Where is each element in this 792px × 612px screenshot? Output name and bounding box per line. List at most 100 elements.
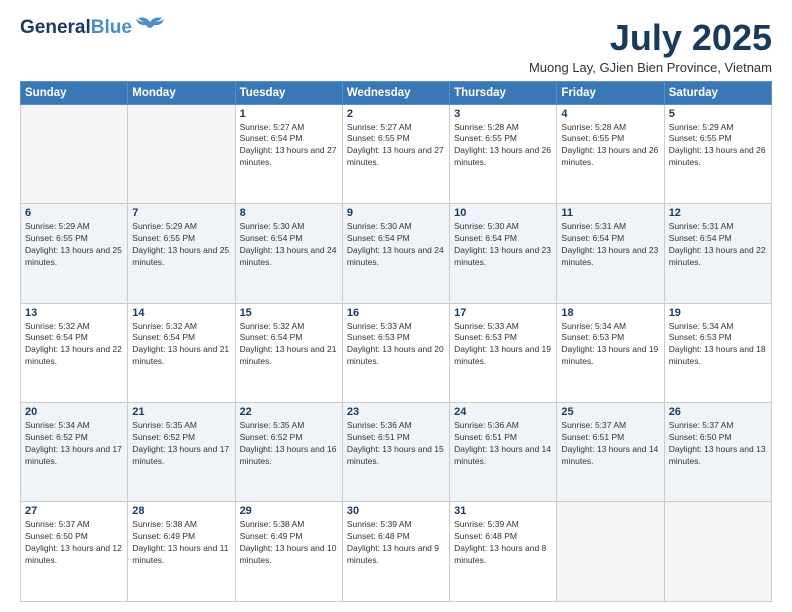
day-number: 12 (669, 207, 767, 219)
day-info: Sunrise: 5:31 AMSunset: 6:54 PMDaylight:… (561, 221, 659, 269)
day-number: 21 (132, 406, 230, 418)
day-info: Sunrise: 5:35 AMSunset: 6:52 PMDaylight:… (240, 420, 338, 468)
calendar-cell: 8 Sunrise: 5:30 AMSunset: 6:54 PMDaylight… (235, 204, 342, 303)
day-number: 2 (347, 108, 445, 120)
day-number: 7 (132, 207, 230, 219)
day-info: Sunrise: 5:28 AMSunset: 6:55 PMDaylight:… (454, 122, 552, 170)
day-number: 6 (25, 207, 123, 219)
day-info: Sunrise: 5:32 AMSunset: 6:54 PMDaylight:… (132, 321, 230, 369)
day-number: 29 (240, 505, 338, 517)
day-number: 14 (132, 307, 230, 319)
day-info: Sunrise: 5:36 AMSunset: 6:51 PMDaylight:… (347, 420, 445, 468)
header: GeneralBlue July 2025 Muong Lay, GJien B… (20, 18, 772, 75)
day-number: 9 (347, 207, 445, 219)
calendar-cell: 31 Sunrise: 5:39 AMSunset: 6:48 PMDayligh… (450, 502, 557, 602)
logo: GeneralBlue (20, 18, 166, 39)
day-number: 17 (454, 307, 552, 319)
day-number: 25 (561, 406, 659, 418)
calendar-week-row: 6 Sunrise: 5:29 AMSunset: 6:55 PMDaylight… (21, 204, 772, 303)
calendar-cell: 24 Sunrise: 5:36 AMSunset: 6:51 PMDayligh… (450, 403, 557, 502)
day-info: Sunrise: 5:32 AMSunset: 6:54 PMDaylight:… (25, 321, 123, 369)
day-info: Sunrise: 5:27 AMSunset: 6:54 PMDaylight:… (240, 122, 338, 170)
day-number: 20 (25, 406, 123, 418)
weekday-header-thursday: Thursday (450, 81, 557, 104)
calendar-cell: 3Sunrise: 5:28 AMSunset: 6:55 PMDaylight… (450, 104, 557, 203)
calendar-cell: 7 Sunrise: 5:29 AMSunset: 6:55 PMDaylight… (128, 204, 235, 303)
calendar-cell: 22Sunrise: 5:35 AMSunset: 6:52 PMDayligh… (235, 403, 342, 502)
calendar-cell: 14 Sunrise: 5:32 AMSunset: 6:54 PMDayligh… (128, 303, 235, 402)
calendar-cell: 2 Sunrise: 5:27 AMSunset: 6:55 PMDaylight… (342, 104, 449, 203)
calendar-cell: 27Sunrise: 5:37 AMSunset: 6:50 PMDayligh… (21, 502, 128, 602)
day-info: Sunrise: 5:39 AMSunset: 6:48 PMDaylight:… (454, 519, 552, 567)
day-info: Sunrise: 5:33 AMSunset: 6:53 PMDaylight:… (454, 321, 552, 369)
day-info: Sunrise: 5:38 AMSunset: 6:49 PMDaylight:… (240, 519, 338, 567)
calendar-week-row: 20 Sunrise: 5:34 AMSunset: 6:52 PMDayligh… (21, 403, 772, 502)
calendar-table: SundayMondayTuesdayWednesdayThursdayFrid… (20, 81, 772, 602)
day-number: 23 (347, 406, 445, 418)
calendar-cell: 25 Sunrise: 5:37 AMSunset: 6:51 PMDayligh… (557, 403, 664, 502)
day-info: Sunrise: 5:30 AMSunset: 6:54 PMDaylight:… (240, 221, 338, 269)
day-info: Sunrise: 5:34 AMSunset: 6:53 PMDaylight:… (561, 321, 659, 369)
day-number: 4 (561, 108, 659, 120)
day-info: Sunrise: 5:31 AMSunset: 6:54 PMDaylight:… (669, 221, 767, 269)
weekday-header-row: SundayMondayTuesdayWednesdayThursdayFrid… (21, 81, 772, 104)
calendar-cell: 28Sunrise: 5:38 AMSunset: 6:49 PMDayligh… (128, 502, 235, 602)
calendar-cell: 16 Sunrise: 5:33 AMSunset: 6:53 PMDayligh… (342, 303, 449, 402)
day-info: Sunrise: 5:29 AMSunset: 6:55 PMDaylight:… (132, 221, 230, 269)
day-number: 16 (347, 307, 445, 319)
calendar-cell: 23 Sunrise: 5:36 AMSunset: 6:51 PMDayligh… (342, 403, 449, 502)
calendar-cell: 18 Sunrise: 5:34 AMSunset: 6:53 PMDayligh… (557, 303, 664, 402)
day-info: Sunrise: 5:38 AMSunset: 6:49 PMDaylight:… (132, 519, 230, 567)
calendar-cell: 20 Sunrise: 5:34 AMSunset: 6:52 PMDayligh… (21, 403, 128, 502)
weekday-header-saturday: Saturday (664, 81, 771, 104)
weekday-header-sunday: Sunday (21, 81, 128, 104)
calendar-cell: 15 Sunrise: 5:32 AMSunset: 6:54 PMDayligh… (235, 303, 342, 402)
calendar-cell: 26 Sunrise: 5:37 AMSunset: 6:50 PMDayligh… (664, 403, 771, 502)
calendar-cell: 30Sunrise: 5:39 AMSunset: 6:48 PMDayligh… (342, 502, 449, 602)
logo-bird-icon (134, 14, 166, 36)
calendar-cell: 17 Sunrise: 5:33 AMSunset: 6:53 PMDayligh… (450, 303, 557, 402)
day-info: Sunrise: 5:35 AMSunset: 6:52 PMDaylight:… (132, 420, 230, 468)
logo-text: GeneralBlue (20, 18, 132, 39)
day-number: 15 (240, 307, 338, 319)
calendar-week-row: 13 Sunrise: 5:32 AMSunset: 6:54 PMDayligh… (21, 303, 772, 402)
day-number: 26 (669, 406, 767, 418)
day-number: 5 (669, 108, 767, 120)
day-info: Sunrise: 5:29 AMSunset: 6:55 PMDaylight:… (25, 221, 123, 269)
calendar-cell: 6 Sunrise: 5:29 AMSunset: 6:55 PMDaylight… (21, 204, 128, 303)
day-info: Sunrise: 5:32 AMSunset: 6:54 PMDaylight:… (240, 321, 338, 369)
day-number: 31 (454, 505, 552, 517)
day-info: Sunrise: 5:34 AMSunset: 6:52 PMDaylight:… (25, 420, 123, 468)
day-number: 18 (561, 307, 659, 319)
calendar-cell: 10Sunrise: 5:30 AMSunset: 6:54 PMDayligh… (450, 204, 557, 303)
day-info: Sunrise: 5:30 AMSunset: 6:54 PMDaylight:… (347, 221, 445, 269)
calendar-cell: 5Sunrise: 5:29 AMSunset: 6:55 PMDaylight… (664, 104, 771, 203)
calendar-cell: 1 Sunrise: 5:27 AMSunset: 6:54 PMDaylight… (235, 104, 342, 203)
day-number: 13 (25, 307, 123, 319)
calendar-cell: 21 Sunrise: 5:35 AMSunset: 6:52 PMDayligh… (128, 403, 235, 502)
day-info: Sunrise: 5:27 AMSunset: 6:55 PMDaylight:… (347, 122, 445, 170)
calendar-cell: 12 Sunrise: 5:31 AMSunset: 6:54 PMDayligh… (664, 204, 771, 303)
weekday-header-tuesday: Tuesday (235, 81, 342, 104)
calendar-cell (21, 104, 128, 203)
day-info: Sunrise: 5:37 AMSunset: 6:51 PMDaylight:… (561, 420, 659, 468)
calendar-cell: 9 Sunrise: 5:30 AMSunset: 6:54 PMDaylight… (342, 204, 449, 303)
calendar-cell: 29 Sunrise: 5:38 AMSunset: 6:49 PMDayligh… (235, 502, 342, 602)
weekday-header-wednesday: Wednesday (342, 81, 449, 104)
day-number: 8 (240, 207, 338, 219)
day-info: Sunrise: 5:33 AMSunset: 6:53 PMDaylight:… (347, 321, 445, 369)
day-info: Sunrise: 5:39 AMSunset: 6:48 PMDaylight:… (347, 519, 445, 567)
weekday-header-friday: Friday (557, 81, 664, 104)
day-info: Sunrise: 5:37 AMSunset: 6:50 PMDaylight:… (25, 519, 123, 567)
day-info: Sunrise: 5:37 AMSunset: 6:50 PMDaylight:… (669, 420, 767, 468)
calendar-week-row: 27Sunrise: 5:37 AMSunset: 6:50 PMDayligh… (21, 502, 772, 602)
day-info: Sunrise: 5:30 AMSunset: 6:54 PMDaylight:… (454, 221, 552, 269)
month-year: July 2025 (529, 18, 772, 58)
day-info: Sunrise: 5:34 AMSunset: 6:53 PMDaylight:… (669, 321, 767, 369)
calendar-cell (664, 502, 771, 602)
day-number: 24 (454, 406, 552, 418)
day-info: Sunrise: 5:28 AMSunset: 6:55 PMDaylight:… (561, 122, 659, 170)
day-number: 1 (240, 108, 338, 120)
calendar-week-row: 1 Sunrise: 5:27 AMSunset: 6:54 PMDaylight… (21, 104, 772, 203)
day-info: Sunrise: 5:36 AMSunset: 6:51 PMDaylight:… (454, 420, 552, 468)
